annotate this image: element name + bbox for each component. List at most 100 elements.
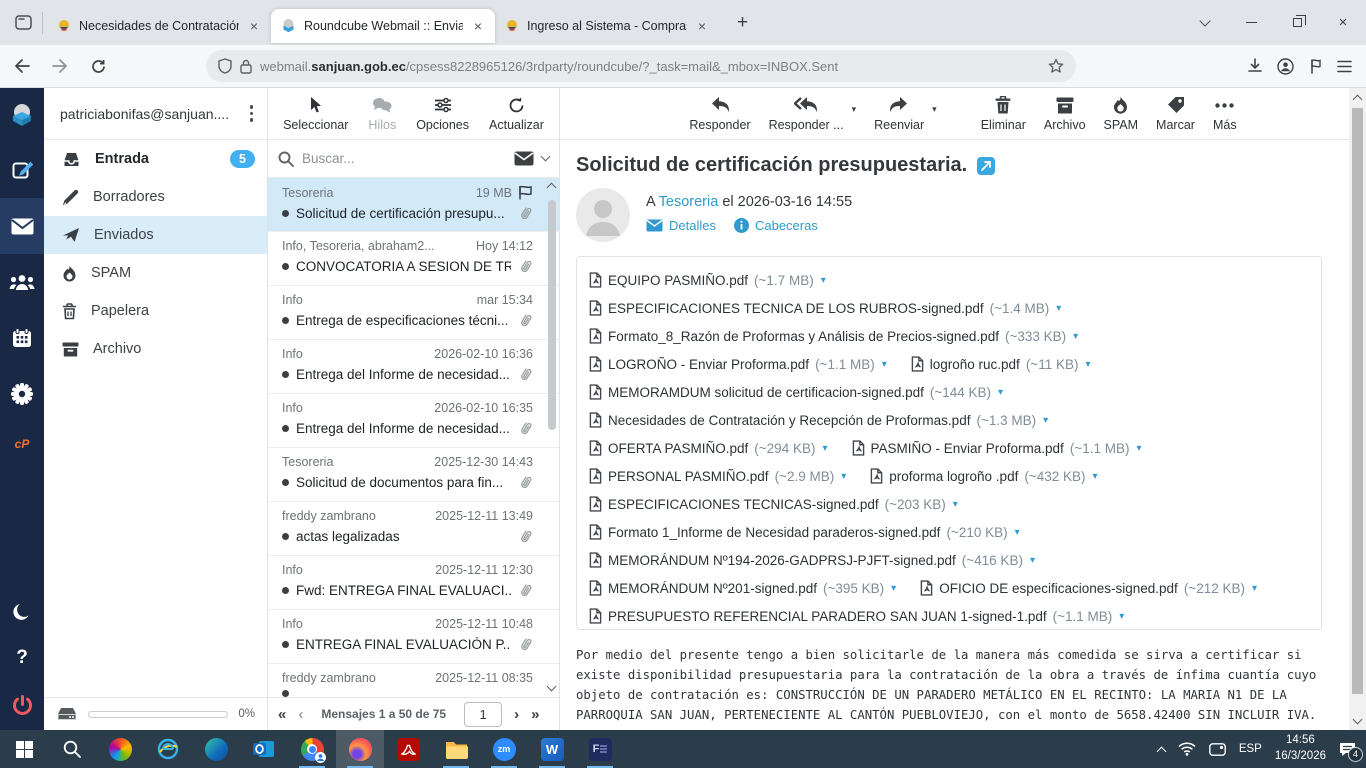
sidebar-item-spam[interactable]: SPAM: [44, 254, 267, 292]
attachment-menu-caret[interactable]: ▾: [1056, 303, 1061, 314]
reply-all-button[interactable]: Responder ...: [769, 95, 844, 132]
open-in-new-window-icon[interactable]: [977, 157, 995, 175]
firefox-icon[interactable]: [336, 730, 384, 768]
search-options-chevron-icon[interactable]: [541, 152, 551, 162]
window-minimize-button[interactable]: [1228, 0, 1274, 45]
help-icon[interactable]: ?: [0, 636, 44, 680]
prev-page-button[interactable]: ‹: [298, 706, 303, 723]
attachment-menu-caret[interactable]: ▾: [998, 387, 1003, 398]
word-icon[interactable]: W: [528, 730, 576, 768]
headers-toggle[interactable]: Cabeceras: [734, 218, 818, 233]
tab-close-icon[interactable]: ×: [695, 18, 709, 34]
attachment-menu-caret[interactable]: ▾: [821, 275, 826, 286]
list-item[interactable]: Tesoreria19 MB Solicitud de certificació…: [268, 178, 559, 232]
bookmark-star-icon[interactable]: [1048, 58, 1064, 74]
refresh-button[interactable]: Actualizar: [489, 95, 544, 132]
attachment-menu-caret[interactable]: ▾: [1252, 583, 1257, 594]
downloads-icon[interactable]: [1247, 58, 1263, 74]
delete-button[interactable]: Eliminar: [981, 95, 1026, 132]
attachment-item[interactable]: Formato_8_Razón de Proformas y Análisis …: [589, 322, 1078, 350]
sidebar-item-enviados[interactable]: Enviados: [44, 216, 267, 254]
spam-button[interactable]: SPAM: [1104, 95, 1139, 132]
list-item[interactable]: Info2025-12-11 12:30 Fwd: ENTREGA FINAL …: [268, 556, 559, 610]
scroll-down-icon[interactable]: [1353, 715, 1363, 725]
attachment-item[interactable]: Necesidades de Contratación y Recepción …: [589, 406, 1048, 434]
scroll-up-icon[interactable]: [1353, 95, 1363, 105]
attachment-menu-caret[interactable]: ▾: [953, 499, 958, 510]
attachment-item[interactable]: PERSONAL PASMIÑO.pdf(~2.9 MB)▾: [589, 462, 846, 490]
address-bar[interactable]: webmail.sanjuan.gob.ec/cpsess8228965126/…: [206, 50, 1076, 82]
attachment-menu-caret[interactable]: ▾: [1030, 555, 1035, 566]
last-page-button[interactable]: »: [531, 706, 539, 723]
forward-menu-caret[interactable]: ▾: [932, 104, 937, 115]
more-button[interactable]: Más: [1213, 95, 1237, 132]
tab-close-icon[interactable]: ×: [247, 18, 261, 34]
reload-icon[interactable]: [82, 50, 114, 82]
taskbar-search-icon[interactable]: [48, 730, 96, 768]
new-tab-button[interactable]: +: [729, 10, 756, 36]
attachment-menu-caret[interactable]: ▾: [1085, 359, 1090, 370]
cpanel-icon[interactable]: cP: [0, 422, 44, 466]
attachment-menu-caret[interactable]: ▾: [1043, 415, 1048, 426]
reply-button[interactable]: Responder: [689, 95, 750, 132]
edge-icon[interactable]: [192, 730, 240, 768]
attachment-item[interactable]: MEMORÁNDUM Nº201-signed.pdf(~395 KB)▾: [589, 574, 896, 602]
list-item[interactable]: Info2026-02-10 16:35 Entrega del Informe…: [268, 394, 559, 448]
sidebar-item-entrada[interactable]: Entrada 5: [44, 140, 267, 178]
list-item[interactable]: Info2025-12-11 10:48 ENTREGA FINAL EVALU…: [268, 610, 559, 664]
select-button[interactable]: Seleccionar: [283, 95, 348, 132]
compose-button[interactable]: [0, 142, 44, 198]
menu-icon[interactable]: [1337, 60, 1352, 73]
account-row[interactable]: patriciabonifas@sanjuan....: [44, 88, 267, 140]
back-icon[interactable]: [6, 50, 38, 82]
attachment-item[interactable]: PASMIÑO - Enviar Proforma.pdf(~1.1 MB)▾: [852, 434, 1142, 462]
sidebar-item-archivo[interactable]: Archivo: [44, 330, 267, 368]
fes-app-icon[interactable]: F: [576, 730, 624, 768]
notifications-icon[interactable]: 4: [1339, 742, 1356, 757]
settings-nav-button[interactable]: [0, 366, 44, 422]
tab-ingreso[interactable]: Ingreso al Sistema - Compras P ×: [495, 9, 719, 43]
sidebar-item-papelera[interactable]: Papelera: [44, 292, 267, 330]
tab-close-icon[interactable]: ×: [471, 18, 485, 34]
tab-necesidades[interactable]: Necesidades de Contratación y ×: [47, 9, 271, 43]
attachment-item[interactable]: PRESUPUESTO REFERENCIAL PARADERO SAN JUA…: [589, 602, 1124, 630]
attachment-menu-caret[interactable]: ▾: [882, 359, 887, 370]
list-item[interactable]: freddy zambrano2025-12-11 13:49 actas le…: [268, 502, 559, 556]
attachment-item[interactable]: OFICIO DE especificaciones-signed.pdf(~2…: [920, 574, 1257, 602]
list-item[interactable]: Tesoreria2025-12-30 14:43 Solicitud de d…: [268, 448, 559, 502]
next-page-button[interactable]: ›: [514, 706, 519, 723]
attachment-item[interactable]: ESPECIFICACIONES TECNICAS-signed.pdf(~20…: [589, 490, 958, 518]
recipient-link[interactable]: Tesoreria: [659, 194, 719, 210]
forward-button[interactable]: Reenviar: [874, 95, 924, 132]
threads-button[interactable]: Hilos: [368, 95, 396, 132]
list-item[interactable]: Infomar 15:34 Entrega de especificacione…: [268, 286, 559, 340]
attachment-menu-caret[interactable]: ▾: [1073, 331, 1078, 342]
list-item[interactable]: Info2026-02-10 16:36 Entrega del Informe…: [268, 340, 559, 394]
window-restore-button[interactable]: [1274, 0, 1320, 45]
attachment-item[interactable]: Formato 1_Informe de Necesidad paraderos…: [589, 518, 1020, 546]
search-input[interactable]: [302, 151, 506, 166]
meet-now-icon[interactable]: [1209, 743, 1226, 756]
attachment-menu-caret[interactable]: ▾: [1119, 611, 1124, 622]
calendar-nav-button[interactable]: [0, 310, 44, 366]
clock[interactable]: 14:5616/3/2026: [1275, 733, 1326, 764]
attachment-menu-caret[interactable]: ▾: [822, 443, 827, 454]
archive-button[interactable]: Archivo: [1044, 95, 1086, 132]
attachment-menu-caret[interactable]: ▾: [841, 471, 846, 482]
attachment-item[interactable]: logroño ruc.pdf(~11 KB)▾: [911, 350, 1091, 378]
window-close-button[interactable]: ×: [1320, 0, 1366, 45]
copilot-icon[interactable]: [96, 730, 144, 768]
attachment-item[interactable]: MEMORAMDUM solicitud de certificacion-si…: [589, 378, 1003, 406]
internet-explorer-icon[interactable]: [144, 730, 192, 768]
page-number-input[interactable]: [464, 702, 502, 727]
details-toggle[interactable]: Detalles: [646, 218, 716, 233]
wifi-icon[interactable]: [1178, 742, 1196, 756]
flag-icon[interactable]: [1308, 58, 1323, 74]
chrome-icon[interactable]: [288, 730, 336, 768]
firefox-view-icon[interactable]: [8, 8, 38, 38]
file-explorer-icon[interactable]: [432, 730, 480, 768]
attachment-item[interactable]: ESPECIFICACIONES TECNICA DE LOS RUBROS-s…: [589, 294, 1061, 322]
tray-expand-icon[interactable]: [1156, 746, 1166, 756]
attachment-item[interactable]: EQUIPO PASMIÑO.pdf(~1.7 MB)▾: [589, 266, 826, 294]
reply-all-menu-caret[interactable]: ▾: [852, 104, 857, 115]
